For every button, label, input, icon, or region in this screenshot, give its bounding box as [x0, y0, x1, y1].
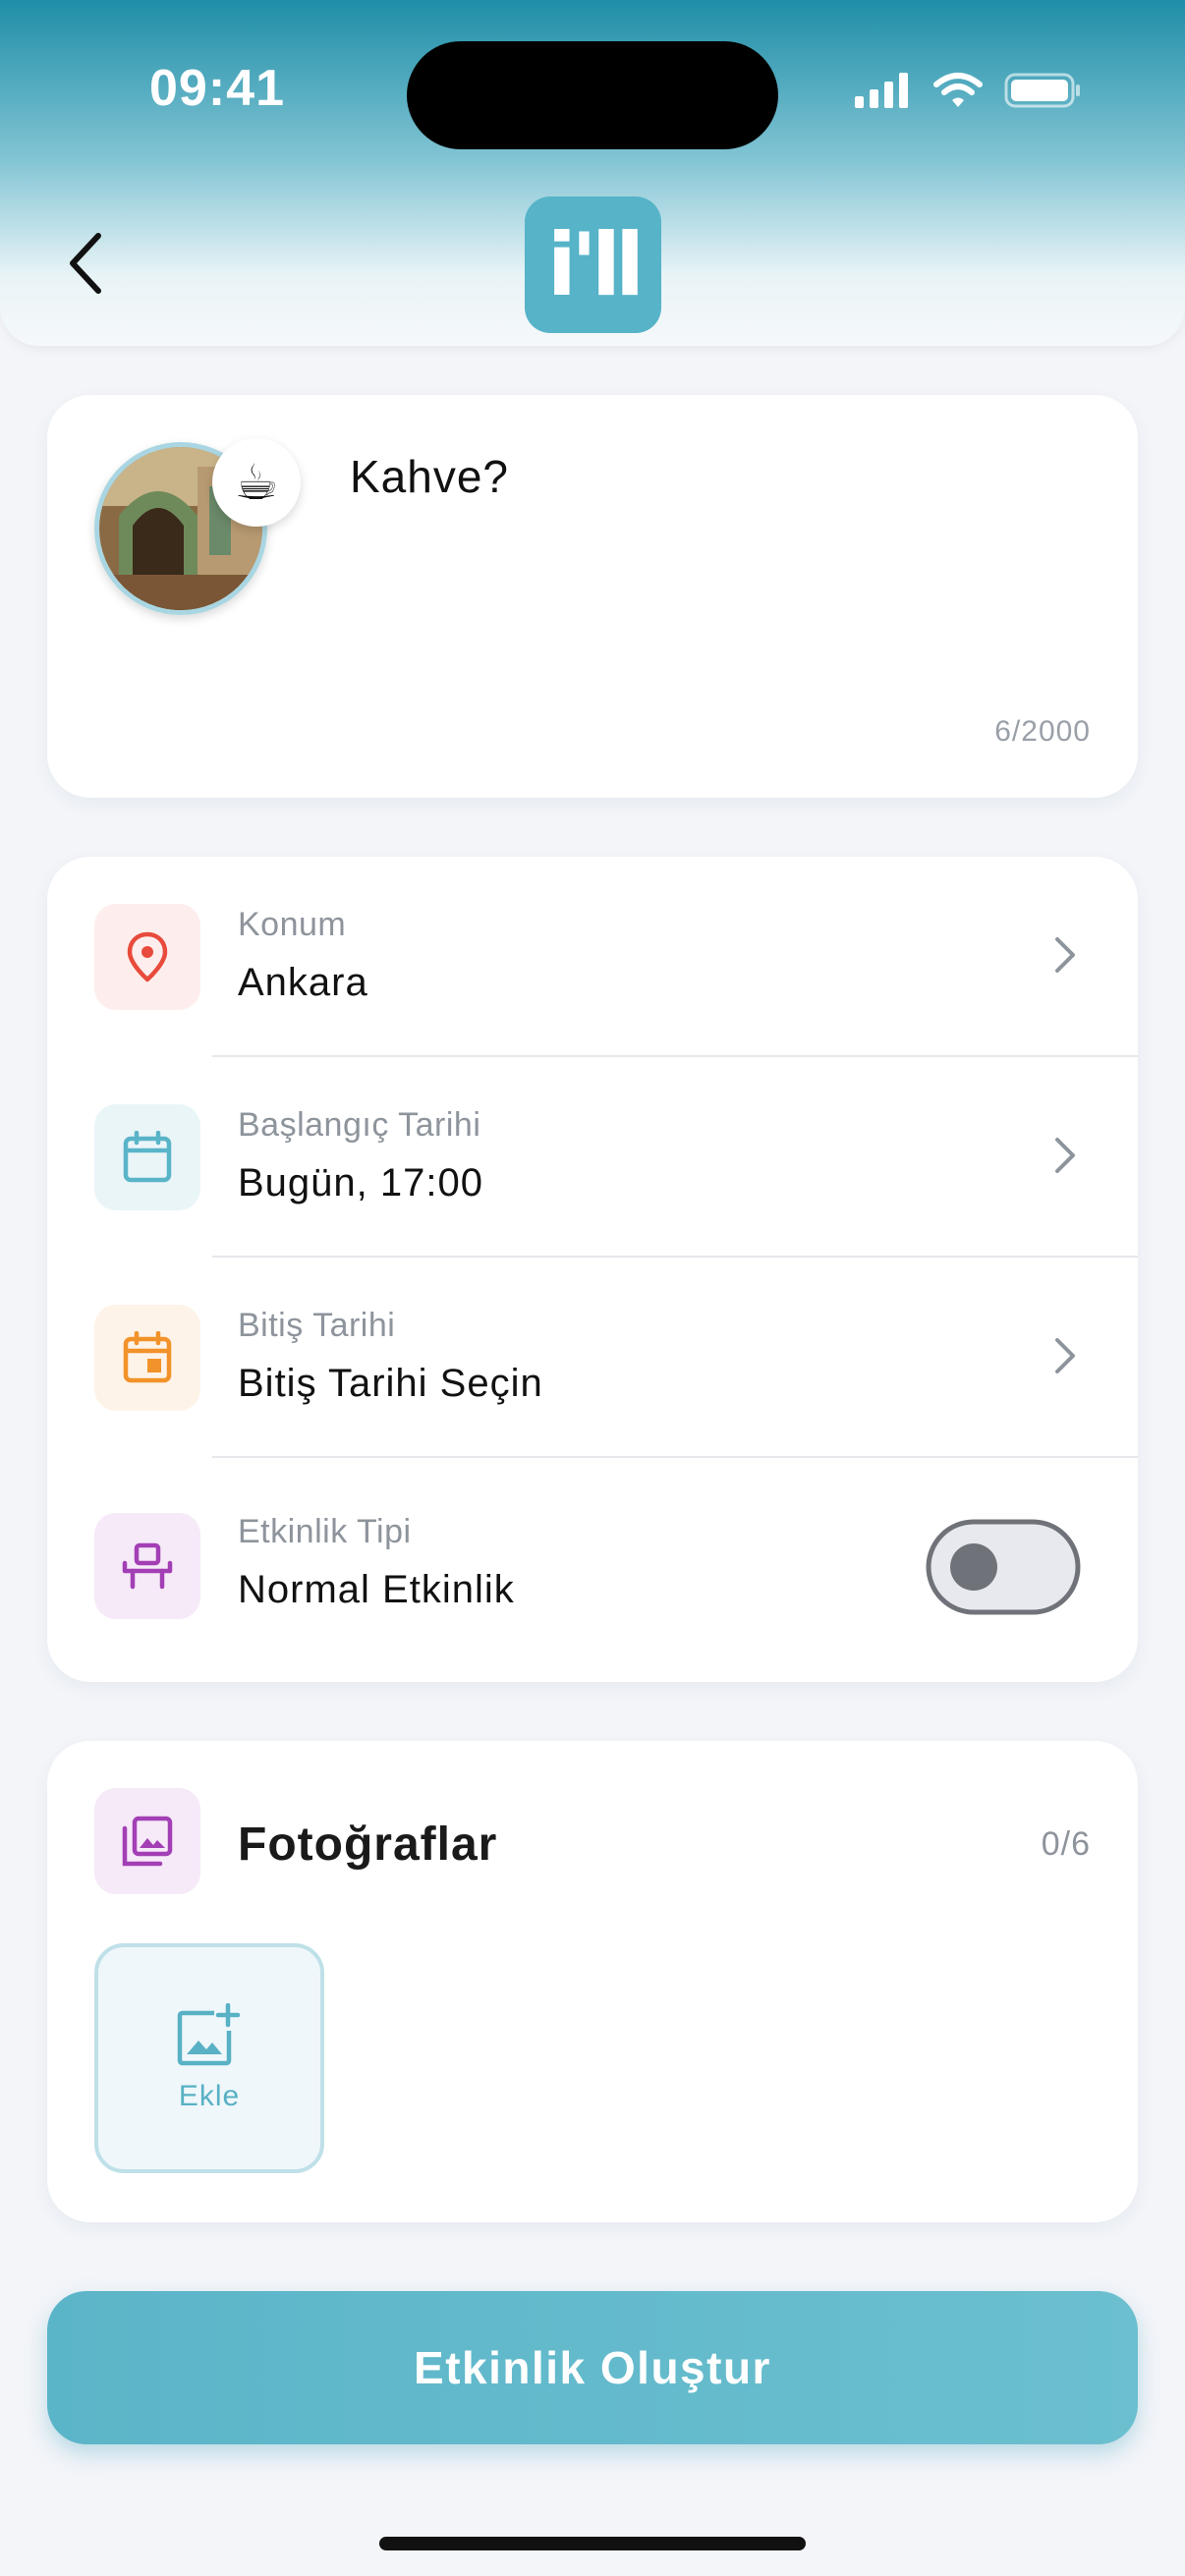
event-type-toggle[interactable]: [926, 1519, 1081, 1615]
chair-icon: [122, 1542, 173, 1590]
photos-count: 0/6: [1041, 1825, 1091, 1863]
photos-card: Fotoğraflar 0/6 Ekle: [47, 1741, 1138, 2222]
status-time: 09:41: [149, 60, 285, 117]
add-photo-button[interactable]: Ekle: [94, 1943, 324, 2173]
end-date-row[interactable]: Bitiş Tarihi Bitiş Tarihi Seçin: [47, 1258, 1138, 1458]
event-type-value: Normal Etkinlik: [238, 1568, 515, 1611]
signal-icon: [855, 73, 908, 108]
start-date-label: Başlangıç Tarihi: [238, 1106, 481, 1144]
end-date-icon-box: [94, 1305, 200, 1411]
event-type-row: Etkinlik Tipi Normal Etkinlik: [47, 1458, 1138, 1658]
create-event-button[interactable]: Etkinlik Oluştur: [47, 2291, 1138, 2444]
emoji-badge[interactable]: ☕: [212, 438, 301, 527]
add-photo-label: Ekle: [178, 2080, 241, 2112]
photos-title: Fotoğraflar: [238, 1819, 498, 1871]
end-date-label: Bitiş Tarihi: [238, 1307, 396, 1344]
battery-icon: [1004, 73, 1080, 108]
post-card: ☕ Kahve? 6/2000: [47, 395, 1138, 798]
photos-icon-box: [94, 1788, 200, 1894]
location-icon-box: [94, 904, 200, 1010]
location-label: Konum: [238, 906, 347, 943]
start-date-icon-box: [94, 1104, 200, 1210]
chevron-left-icon: [70, 233, 101, 294]
home-indicator: [379, 2537, 806, 2550]
chevron-right-icon: [1055, 1338, 1075, 1373]
details-card: Konum Ankara Başlangıç Tarihi Bugün, 17:…: [47, 857, 1138, 1682]
dynamic-island: [407, 41, 778, 149]
event-type-icon-box: [94, 1513, 200, 1619]
photo-library-icon: [122, 1816, 173, 1867]
chevron-right-icon: [1055, 1138, 1075, 1173]
status-icons: [853, 71, 1083, 110]
location-row[interactable]: Konum Ankara: [47, 857, 1138, 1057]
event-type-label: Etkinlik Tipi: [238, 1513, 412, 1550]
chevron-right-icon: [1055, 937, 1075, 973]
start-date-row[interactable]: Başlangıç Tarihi Bugün, 17:00: [47, 1057, 1138, 1258]
end-date-value: Bitiş Tarihi Seçin: [238, 1362, 543, 1405]
location-pin-icon: [127, 931, 168, 982]
calendar-event-icon: [123, 1331, 172, 1383]
wifi-icon: [933, 73, 983, 107]
app-header: 09:41 i'll: [0, 0, 1185, 346]
post-text-input[interactable]: Kahve?: [350, 450, 509, 503]
app-logo: i'll: [525, 196, 661, 333]
location-value: Ankara: [238, 961, 368, 1004]
char-counter: 6/2000: [994, 715, 1091, 748]
back-button[interactable]: [57, 226, 112, 301]
calendar-icon: [123, 1131, 172, 1183]
start-date-value: Bugün, 17:00: [238, 1161, 483, 1204]
add-photo-icon: [177, 2003, 241, 2066]
